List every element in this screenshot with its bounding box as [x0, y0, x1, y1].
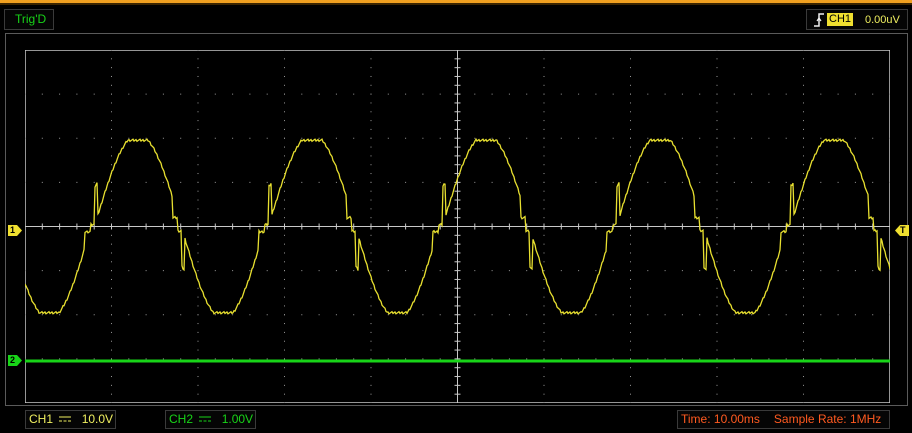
- trigger-level-value: 0.00uV: [865, 14, 900, 26]
- dc-coupling-icon: [59, 416, 72, 422]
- ch1-volts-per-div: 10.0V: [81, 412, 114, 426]
- waveform-display[interactable]: [25, 50, 890, 403]
- timebase-readout[interactable]: Time: 10.00ms Sample Rate: 1MHz: [677, 410, 890, 429]
- rising-edge-icon: [814, 13, 824, 27]
- ch2-volts-per-div: 1.00V: [221, 412, 254, 426]
- trigger-status-badge: Trig'D: [4, 9, 54, 30]
- ch1-marker-label: 1: [10, 225, 16, 235]
- dc-coupling-icon: [199, 416, 212, 422]
- title-bar-strip: [0, 0, 912, 5]
- time-per-div: Time: 10.00ms: [681, 412, 760, 426]
- ch2-ground-marker[interactable]: 2: [8, 355, 22, 366]
- trigger-marker-label: T: [900, 225, 906, 235]
- ch1-scale-readout[interactable]: CH1 10.0V: [25, 410, 116, 429]
- ch1-readout-label: CH1: [29, 412, 54, 426]
- sample-rate: Sample Rate: 1MHz: [773, 412, 882, 426]
- trigger-level-marker[interactable]: T: [895, 225, 909, 236]
- ch2-scale-readout[interactable]: CH2 1.00V: [165, 410, 256, 429]
- trigger-info-panel[interactable]: CH1 0.00uV: [806, 9, 908, 30]
- ch1-ground-marker[interactable]: 1: [8, 225, 22, 236]
- ch2-readout-label: CH2: [169, 412, 194, 426]
- ch2-marker-label: 2: [10, 355, 16, 365]
- trigger-source-label: CH1: [827, 13, 854, 26]
